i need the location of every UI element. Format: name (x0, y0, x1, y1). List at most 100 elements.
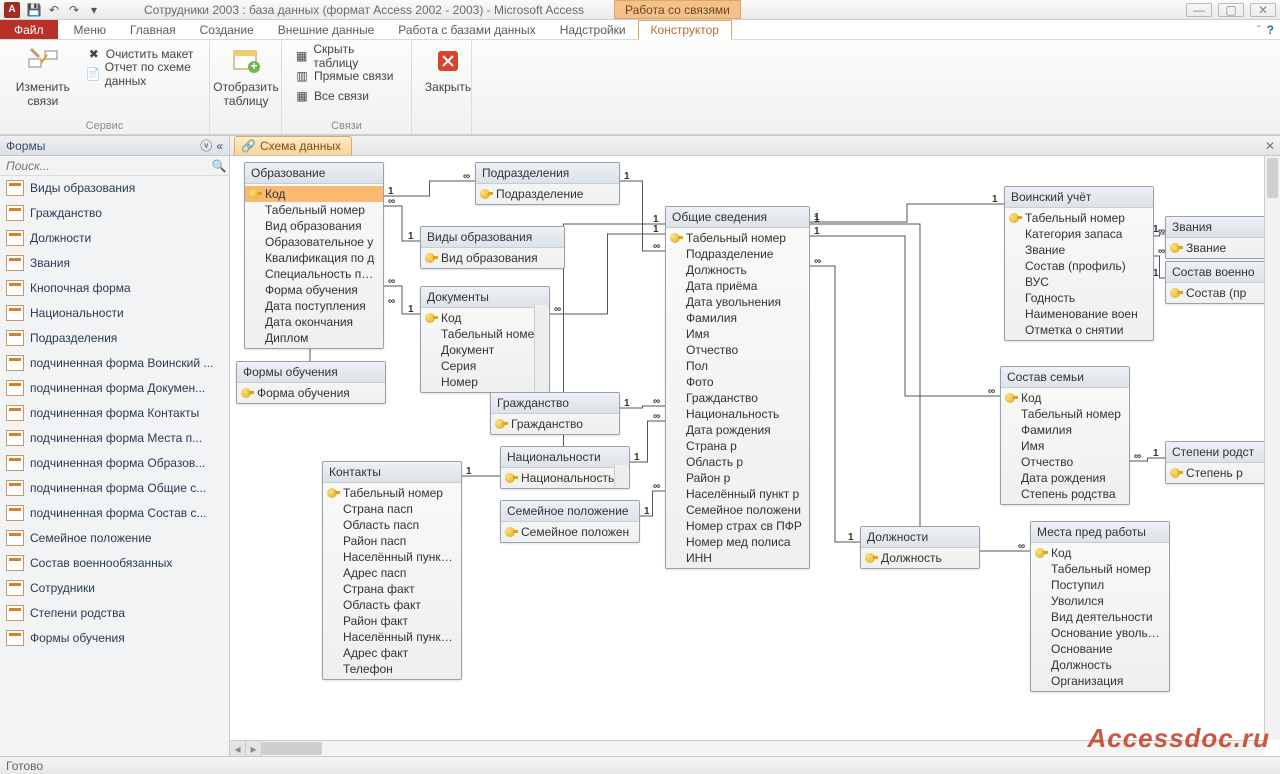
field-key[interactable]: Должность (861, 550, 979, 566)
field[interactable]: Область пасп (323, 517, 461, 533)
field-key[interactable]: Семейное положен (501, 524, 639, 540)
relationships-canvas[interactable]: 1∞∞1∞1∞1∞11∞1∞1∞1∞11∞111∞1∞11∞∞11∞ Образ… (230, 156, 1280, 756)
field-key[interactable]: Код (1031, 545, 1169, 561)
nav-item[interactable]: подчиненная форма Образов... (0, 451, 229, 476)
table-zvaniya[interactable]: ЗванияЗвание (1165, 216, 1280, 259)
nav-item[interactable]: Подразделения (0, 326, 229, 351)
field[interactable]: Дата поступления (245, 298, 383, 314)
all-relationships-button[interactable]: ▦Все связи (292, 86, 401, 106)
nav-item[interactable]: Формы обучения (0, 626, 229, 651)
field-key[interactable]: Форма обучения (237, 385, 385, 401)
edit-relationships-button[interactable]: Изменить связи (10, 44, 76, 108)
field[interactable]: Основание (1031, 641, 1169, 657)
field[interactable]: Пол (666, 358, 809, 374)
field-key[interactable]: Звание (1166, 240, 1280, 256)
field[interactable]: Фото (666, 374, 809, 390)
ribbon-tab[interactable]: Внешние данные (266, 20, 387, 39)
field[interactable]: Дата окончания (245, 314, 383, 330)
ribbon-tab[interactable]: Меню (62, 20, 118, 39)
field[interactable]: Дата рождения (1001, 470, 1129, 486)
field[interactable]: Квалификация по д (245, 250, 383, 266)
vertical-scrollbar[interactable] (1264, 156, 1280, 740)
scroll-right-icon[interactable]: ▸ (246, 741, 262, 756)
field[interactable]: Организация (1031, 673, 1169, 689)
help-icon[interactable]: ? (1267, 23, 1274, 37)
field[interactable]: Дата приёма (666, 278, 809, 294)
nav-item[interactable]: Кнопочная форма (0, 276, 229, 301)
nav-collapse-icon[interactable]: « (216, 139, 223, 153)
table-grazhdanstvo[interactable]: ГражданствоГражданство (490, 392, 620, 435)
field[interactable]: Адрес факт (323, 645, 461, 661)
table-scrollbar[interactable] (534, 305, 548, 391)
field[interactable]: Документ (421, 342, 549, 358)
field-key[interactable]: Состав (пр (1166, 285, 1280, 301)
table-sostav_semi[interactable]: Состав семьиКодТабельный номерФамилияИмя… (1000, 366, 1130, 505)
field[interactable]: ВУС (1005, 274, 1153, 290)
search-icon[interactable]: 🔍 (209, 159, 229, 173)
field[interactable]: Район пасп (323, 533, 461, 549)
nav-item[interactable]: Гражданство (0, 201, 229, 226)
qat-customize-icon[interactable]: ▾ (85, 1, 103, 19)
hide-table-button[interactable]: ▦Скрыть таблицу (292, 46, 401, 66)
field[interactable]: Табельный номер (1031, 561, 1169, 577)
field[interactable]: Фамилия (1001, 422, 1129, 438)
field[interactable]: Гражданство (666, 390, 809, 406)
document-tab[interactable]: 🔗 Схема данных (234, 136, 352, 155)
field[interactable]: Номер страх св ПФР (666, 518, 809, 534)
field[interactable]: Табельный номе (421, 326, 549, 342)
field[interactable]: Табельный номер (1001, 406, 1129, 422)
table-stepeni[interactable]: Степени родстСтепень р (1165, 441, 1280, 484)
ribbon-minimize-icon[interactable]: ˇ (1257, 23, 1261, 37)
window-close-icon[interactable]: ✕ (1250, 3, 1276, 17)
field[interactable]: Дата рождения (666, 422, 809, 438)
field[interactable]: Национальность (666, 406, 809, 422)
nav-item[interactable]: Национальности (0, 301, 229, 326)
field-key[interactable]: Код (1001, 390, 1129, 406)
field[interactable]: Должность (666, 262, 809, 278)
field[interactable]: Населённый пункт ф (323, 629, 461, 645)
table-sostav_voen[interactable]: Состав военноСостав (пр (1165, 261, 1280, 304)
field[interactable]: Вид деятельности (1031, 609, 1169, 625)
field[interactable]: Семейное положени (666, 502, 809, 518)
field[interactable]: Страна факт (323, 581, 461, 597)
field[interactable]: Имя (666, 326, 809, 342)
table-mesta_pred[interactable]: Места пред работыКодТабельный номерПосту… (1030, 521, 1170, 692)
nav-filter-dropdown-icon[interactable]: ⓥ (200, 137, 212, 154)
table-formy_obuch[interactable]: Формы обученияФорма обучения (236, 361, 386, 404)
table-dokumenty[interactable]: ДокументыКодТабельный номеДокументСерияН… (420, 286, 550, 393)
nav-item[interactable]: подчиненная форма Докумен... (0, 376, 229, 401)
nav-item[interactable]: Должности (0, 226, 229, 251)
qat-redo-icon[interactable]: ↷ (65, 1, 83, 19)
field-key[interactable]: Табельный номер (1005, 210, 1153, 226)
nav-item[interactable]: подчиненная форма Контакты (0, 401, 229, 426)
table-obschie[interactable]: Общие сведенияТабельный номерПодразделен… (665, 206, 810, 569)
relationship-report-button[interactable]: 📄Отчет по схеме данных (84, 64, 199, 84)
window-restore-icon[interactable]: ▢ (1218, 3, 1244, 17)
field[interactable]: Адрес пасп (323, 565, 461, 581)
field-key[interactable]: Подразделение (476, 186, 619, 202)
field-key[interactable]: Национальность (501, 470, 629, 486)
field[interactable]: Номер (421, 374, 549, 390)
ribbon-tab[interactable]: Главная (118, 20, 188, 39)
field[interactable]: Состав (профиль) (1005, 258, 1153, 274)
nav-item[interactable]: Звания (0, 251, 229, 276)
nav-header[interactable]: Формы ⓥ « (0, 136, 229, 156)
nav-item[interactable]: Состав военнообязанных (0, 551, 229, 576)
scroll-left-icon[interactable]: ◂ (230, 741, 246, 756)
qat-save-icon[interactable]: 💾 (25, 1, 43, 19)
field-key[interactable]: Табельный номер (323, 485, 461, 501)
table-voinskiy[interactable]: Воинский учётТабельный номерКатегория за… (1004, 186, 1154, 341)
field[interactable]: Имя (1001, 438, 1129, 454)
field[interactable]: Район факт (323, 613, 461, 629)
field[interactable]: Населённый пункт р (666, 486, 809, 502)
nav-item[interactable]: подчиненная форма Места п... (0, 426, 229, 451)
ribbon-tab-active[interactable]: Конструктор (638, 20, 732, 40)
field[interactable]: ИНН (666, 550, 809, 566)
nav-item[interactable]: Семейное положение (0, 526, 229, 551)
qat-undo-icon[interactable]: ↶ (45, 1, 63, 19)
field[interactable]: Наименование воен (1005, 306, 1153, 322)
show-table-button[interactable]: + Отобразить таблицу (220, 44, 272, 108)
field[interactable]: Серия (421, 358, 549, 374)
table-kontakty[interactable]: КонтактыТабельный номерСтрана паспОбласт… (322, 461, 462, 680)
field-key[interactable]: Степень р (1166, 465, 1280, 481)
